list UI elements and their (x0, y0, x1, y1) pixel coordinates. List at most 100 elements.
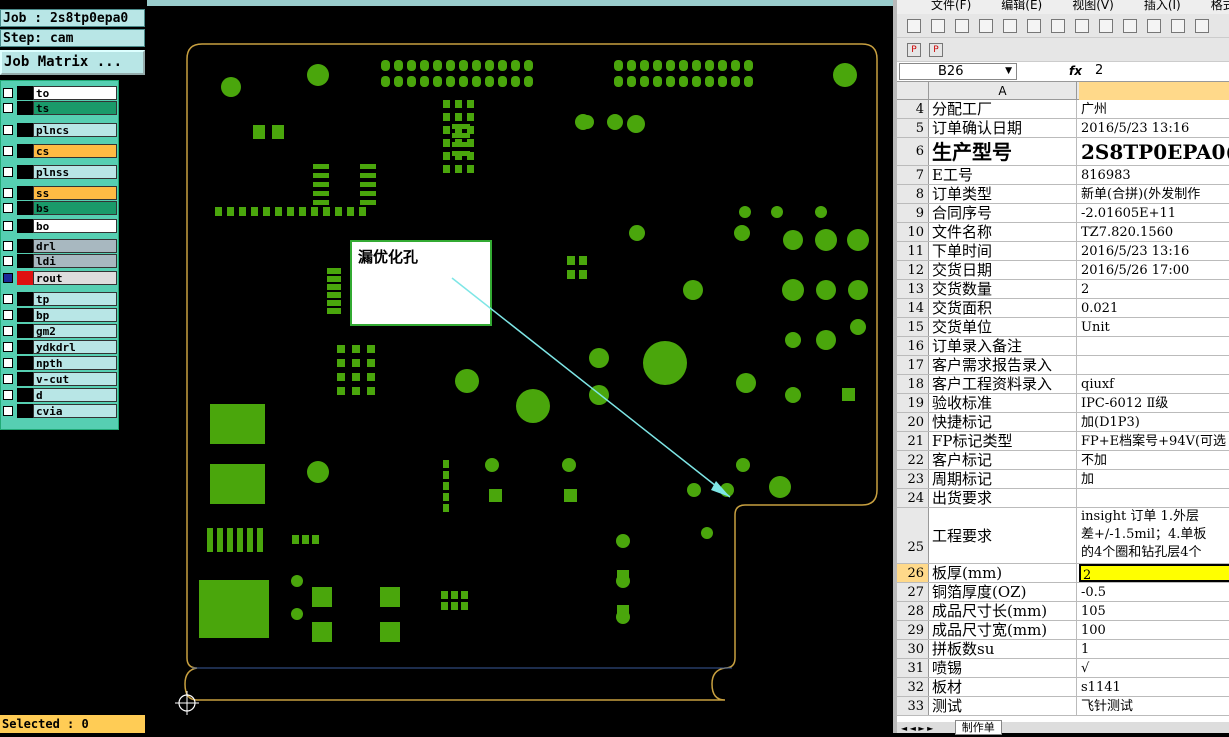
row-number[interactable]: 19 (897, 394, 929, 412)
cell-b[interactable]: Unit (1079, 318, 1229, 336)
cell-a[interactable]: 文件名称 (929, 223, 1077, 241)
copy-icon[interactable] (1147, 19, 1161, 33)
cell-b[interactable]: 新单(合拼)(外发制作 (1079, 185, 1229, 203)
permission-icon[interactable] (979, 19, 993, 33)
row-number[interactable]: 12 (897, 261, 929, 279)
cell-a[interactable]: 测试 (929, 697, 1077, 715)
cell-b[interactable]: 105 (1079, 602, 1229, 620)
row-number[interactable]: 31 (897, 659, 929, 677)
dropdown-icon[interactable]: ▼ (1005, 64, 1012, 79)
cell-a[interactable]: 板材 (929, 678, 1077, 696)
row-number[interactable]: 13 (897, 280, 929, 298)
cell-a[interactable]: 周期标记 (929, 470, 1077, 488)
cell-a[interactable]: 生产型号 (929, 138, 1077, 165)
menu-item[interactable]: 编辑(E) (1001, 0, 1042, 12)
cut-icon[interactable] (1123, 19, 1137, 33)
row-number[interactable]: 28 (897, 602, 929, 620)
row-number[interactable]: 17 (897, 356, 929, 374)
cell-a[interactable]: 交货日期 (929, 261, 1077, 279)
sheet-row[interactable]: 31 喷锡 √ (897, 659, 1229, 678)
sheet-row[interactable]: 33 测试 飞针测试 (897, 697, 1229, 716)
pdf-convert-icon[interactable]: P (929, 43, 943, 57)
paste-icon[interactable] (1171, 19, 1185, 33)
new-icon[interactable] (907, 19, 921, 33)
sheet-row[interactable]: 25 工程要求 insight 订单 1.外层 差+/-1.5mil；4.单板 的4个圈… (897, 508, 1229, 564)
cell-b[interactable]: IPC-6012 Ⅱ级 (1079, 394, 1229, 412)
cell-a[interactable]: 交货单位 (929, 318, 1077, 336)
sheet-row[interactable]: 26 板厚(mm) 2 (897, 564, 1229, 583)
cell-a[interactable]: 快捷标记 (929, 413, 1077, 431)
cell-b[interactable] (1079, 489, 1229, 507)
cell-a[interactable]: 拼板数su (929, 640, 1077, 658)
cell-a[interactable]: 订单录入备注 (929, 337, 1077, 355)
name-box[interactable]: B26 ▼ (899, 63, 1017, 80)
cell-a[interactable]: 订单确认日期 (929, 119, 1077, 137)
cell-a[interactable]: 出货要求 (929, 489, 1077, 507)
sheet-row[interactable]: 20 快捷标记 加(D1P3) (897, 413, 1229, 432)
sheet-row[interactable]: 11 下单时间 2016/5/23 13:16 (897, 242, 1229, 261)
cell-a[interactable]: 客户需求报告录入 (929, 356, 1077, 374)
sheet-row[interactable]: 14 交货面积 0.021 (897, 299, 1229, 318)
cell-b[interactable]: 0.021 (1079, 299, 1229, 317)
menu-item[interactable]: 视图(V) (1072, 0, 1114, 12)
sheet-row[interactable]: 28 成品尺寸长(mm) 105 (897, 602, 1229, 621)
row-number[interactable]: 23 (897, 470, 929, 488)
cell-b[interactable]: 2S8TP0EPA0( (1079, 138, 1229, 165)
cell-a[interactable]: 成品尺寸长(mm) (929, 602, 1077, 620)
cell-b[interactable]: FP+E档案号+94V(可选 (1079, 432, 1229, 450)
print-setup-icon[interactable] (1003, 19, 1017, 33)
cell-a[interactable]: 订单类型 (929, 185, 1077, 203)
cell-a[interactable]: E工号 (929, 166, 1077, 184)
row-number[interactable]: 6 (897, 138, 929, 165)
tab-nav-icons[interactable]: ◄ ◄ ► ► (901, 724, 933, 733)
cell-b[interactable]: 加 (1079, 470, 1229, 488)
cell-a[interactable]: 合同序号 (929, 204, 1077, 222)
row-number[interactable]: 11 (897, 242, 929, 260)
sheet-row[interactable]: 12 交货日期 2016/5/26 17:00 (897, 261, 1229, 280)
cell-a[interactable]: 铜箔厚度(OZ) (929, 583, 1077, 601)
cell-a[interactable]: 喷锡 (929, 659, 1077, 677)
cell-b[interactable]: s1141 (1079, 678, 1229, 696)
cell-a[interactable]: 工程要求 (929, 508, 1077, 563)
row-number[interactable]: 22 (897, 451, 929, 469)
cell-b[interactable]: 加(D1P3) (1079, 413, 1229, 431)
cell-b[interactable]: 2016/5/26 17:00 (1079, 261, 1229, 279)
row-number[interactable]: 4 (897, 100, 929, 118)
select-all-corner[interactable] (897, 82, 929, 100)
cell-b[interactable]: √ (1079, 659, 1229, 677)
cell-b[interactable]: 2016/5/23 13:16 (1079, 242, 1229, 260)
row-number[interactable]: 32 (897, 678, 929, 696)
sheet-row[interactable]: 22 客户标记 不加 (897, 451, 1229, 470)
sheet-row[interactable]: 9 合同序号 -2.01605E+11 (897, 204, 1229, 223)
sheet-row[interactable]: 17 客户需求报告录入 (897, 356, 1229, 375)
cell-b[interactable]: 1 (1079, 640, 1229, 658)
row-number[interactable]: 8 (897, 185, 929, 203)
cell-a[interactable]: FP标记类型 (929, 432, 1077, 450)
column-b-header[interactable] (1079, 82, 1229, 100)
print-icon[interactable] (1027, 19, 1041, 33)
menu-item[interactable]: 格式(O) (1211, 0, 1229, 12)
save-icon[interactable] (955, 19, 969, 33)
sheet-row[interactable]: 5 订单确认日期 2016/5/23 13:16 (897, 119, 1229, 138)
cell-b[interactable]: -0.5 (1079, 583, 1229, 601)
sheet-row[interactable]: 21 FP标记类型 FP+E档案号+94V(可选 (897, 432, 1229, 451)
cell-b[interactable]: -2.01605E+11 (1079, 204, 1229, 222)
row-number[interactable]: 26 (897, 564, 929, 582)
cell-a[interactable]: 客户工程资料录入 (929, 375, 1077, 393)
row-number[interactable]: 7 (897, 166, 929, 184)
row-number[interactable]: 16 (897, 337, 929, 355)
sheet-row[interactable]: 16 订单录入备注 (897, 337, 1229, 356)
cell-b[interactable]: 广州 (1079, 100, 1229, 118)
sheet-row[interactable]: 32 板材 s1141 (897, 678, 1229, 697)
format-painter-icon[interactable] (1195, 19, 1209, 33)
pdf-icon[interactable]: P (907, 43, 921, 57)
cell-a[interactable]: 分配工厂 (929, 100, 1077, 118)
spell-icon[interactable] (1075, 19, 1089, 33)
row-number[interactable]: 20 (897, 413, 929, 431)
menu-item[interactable]: 插入(I) (1144, 0, 1181, 12)
menu-item[interactable]: 文件(F) (931, 0, 971, 12)
sheet-row[interactable]: 10 文件名称 TZ7.820.1560 (897, 223, 1229, 242)
row-number[interactable]: 25 (897, 508, 929, 563)
row-number[interactable]: 9 (897, 204, 929, 222)
row-number[interactable]: 33 (897, 697, 929, 715)
